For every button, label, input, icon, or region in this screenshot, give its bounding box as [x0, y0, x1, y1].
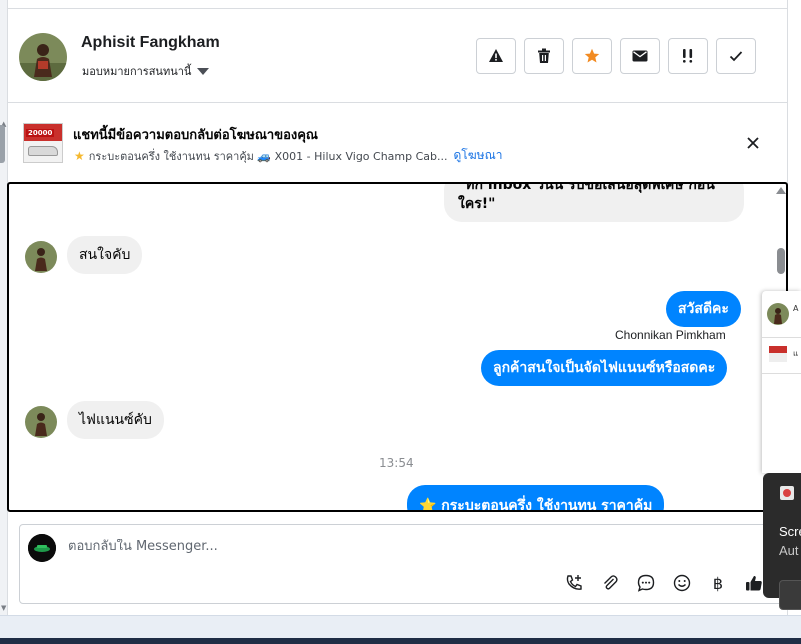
ad-reply-banner: 20000 แชทนี้มีข้อความตอบกลับต่อโฆษณาของค… [8, 104, 788, 180]
assign-conversation-dropdown[interactable]: มอบหมายการสนทนานี้ [82, 62, 210, 80]
divider [762, 373, 801, 374]
taskbar-edge [0, 638, 801, 644]
reply-input[interactable] [68, 539, 748, 554]
message-thread[interactable]: "ทัก inbox วันนี้ รับข้อเสนอสุดพิเศษ ก่อ… [7, 182, 788, 512]
message-bubble-outgoing: สวัสดีคะ [666, 291, 741, 327]
star-icon [584, 48, 600, 63]
check-icon [729, 51, 743, 62]
conversation-actions [476, 38, 756, 74]
composer-toolbar: ฿ [563, 572, 765, 594]
message-bubble-outgoing: ลูกค้าสนใจเป็นจัดไฟแนนซ์หรือสดคะ [481, 350, 728, 386]
scroll-down-arrow-icon[interactable]: ▼ [1, 604, 6, 612]
floating-chat-preview[interactable]: A แ [762, 291, 801, 473]
conversation-header: Aphisit Fangkham มอบหมายการสนทนานี้ [8, 9, 788, 103]
divider [762, 337, 801, 338]
toast-action-button[interactable] [779, 580, 801, 610]
message-bubble-incoming: ไฟแนนซ์คับ [67, 401, 164, 439]
mini-ad-text: แ [793, 349, 799, 358]
ad-subtitle: กระบะตอนครึ่ง ใช้งานทน ราคาคุ้ม 🚙 X001 -… [88, 149, 448, 163]
saved-reply-icon[interactable] [635, 572, 657, 594]
trash-icon [538, 48, 550, 63]
chat-scrollbar-thumb[interactable] [777, 248, 785, 274]
customer-avatar-small [25, 241, 57, 273]
mark-unread-button[interactable] [620, 38, 660, 74]
app-icon [779, 485, 795, 501]
ad-banner-title: แชทนี้มีข้อความตอบกลับต่อโฆษณาของคุณ [73, 128, 318, 143]
warning-icon [489, 49, 503, 62]
star-button[interactable] [572, 38, 612, 74]
customer-avatar[interactable] [19, 33, 67, 81]
message-bubble-incoming: สนใจคับ [67, 236, 143, 274]
star-icon: ★ [74, 148, 85, 163]
customer-name[interactable]: Aphisit Fangkham [81, 34, 220, 52]
toast-subtitle: Aut [779, 543, 799, 558]
report-spam-button[interactable] [476, 38, 516, 74]
ad-subtitle-row: ★ กระบะตอนครึ่ง ใช้งานทน ราคาคุ้ม 🚙 X001… [74, 146, 502, 165]
close-icon[interactable] [744, 134, 762, 152]
important-icon [683, 49, 693, 63]
car-image [28, 146, 58, 156]
time-separator: 13:54 [379, 456, 414, 470]
delete-button[interactable] [524, 38, 564, 74]
baht-icon[interactable]: ฿ [707, 572, 729, 594]
sender-name: Chonnikan Pimkham [615, 328, 726, 342]
attach-icon[interactable] [599, 572, 621, 594]
screen-toast-notification[interactable]: Scre Aut [763, 473, 801, 610]
emoji-icon[interactable] [671, 572, 693, 594]
page-avatar [28, 534, 56, 562]
customer-avatar-small [25, 406, 57, 438]
reply-composer: ฿ [19, 524, 788, 604]
caret-down-icon [197, 67, 210, 75]
scroll-up-arrow-icon[interactable] [776, 187, 786, 194]
message-bubble-outgoing-partial: ⭐ กระบะตอนครึ่ง ใช้งานทน ราคาคุ้ม [407, 485, 665, 510]
assign-label: มอบหมายการสนทนานี้ [82, 65, 192, 78]
mini-name: A [793, 304, 799, 313]
ad-thumbnail-badge: 20000 [26, 129, 55, 137]
ad-thumbnail[interactable]: 20000 [23, 123, 63, 163]
left-scroll-thumb[interactable] [0, 125, 5, 163]
mark-done-button[interactable] [716, 38, 756, 74]
view-ad-link[interactable]: ดูโฆษณา [454, 146, 503, 165]
call-add-icon[interactable] [563, 572, 585, 594]
mini-ad-thumbnail [769, 346, 787, 362]
inbox-panel: ▲ ▼ Aphisit Fangkham มอบหมายการสนทนานี้ [0, 0, 788, 615]
mini-avatar [767, 303, 789, 325]
envelope-icon [632, 50, 648, 62]
toast-title: Scre [779, 524, 801, 539]
thumbs-up-icon[interactable] [743, 572, 765, 594]
follow-up-button[interactable] [668, 38, 708, 74]
message-bubble-outgoing-partial: "ทัก inbox วันนี้ รับข้อเสนอสุดพิเศษ ก่อ… [444, 184, 744, 222]
